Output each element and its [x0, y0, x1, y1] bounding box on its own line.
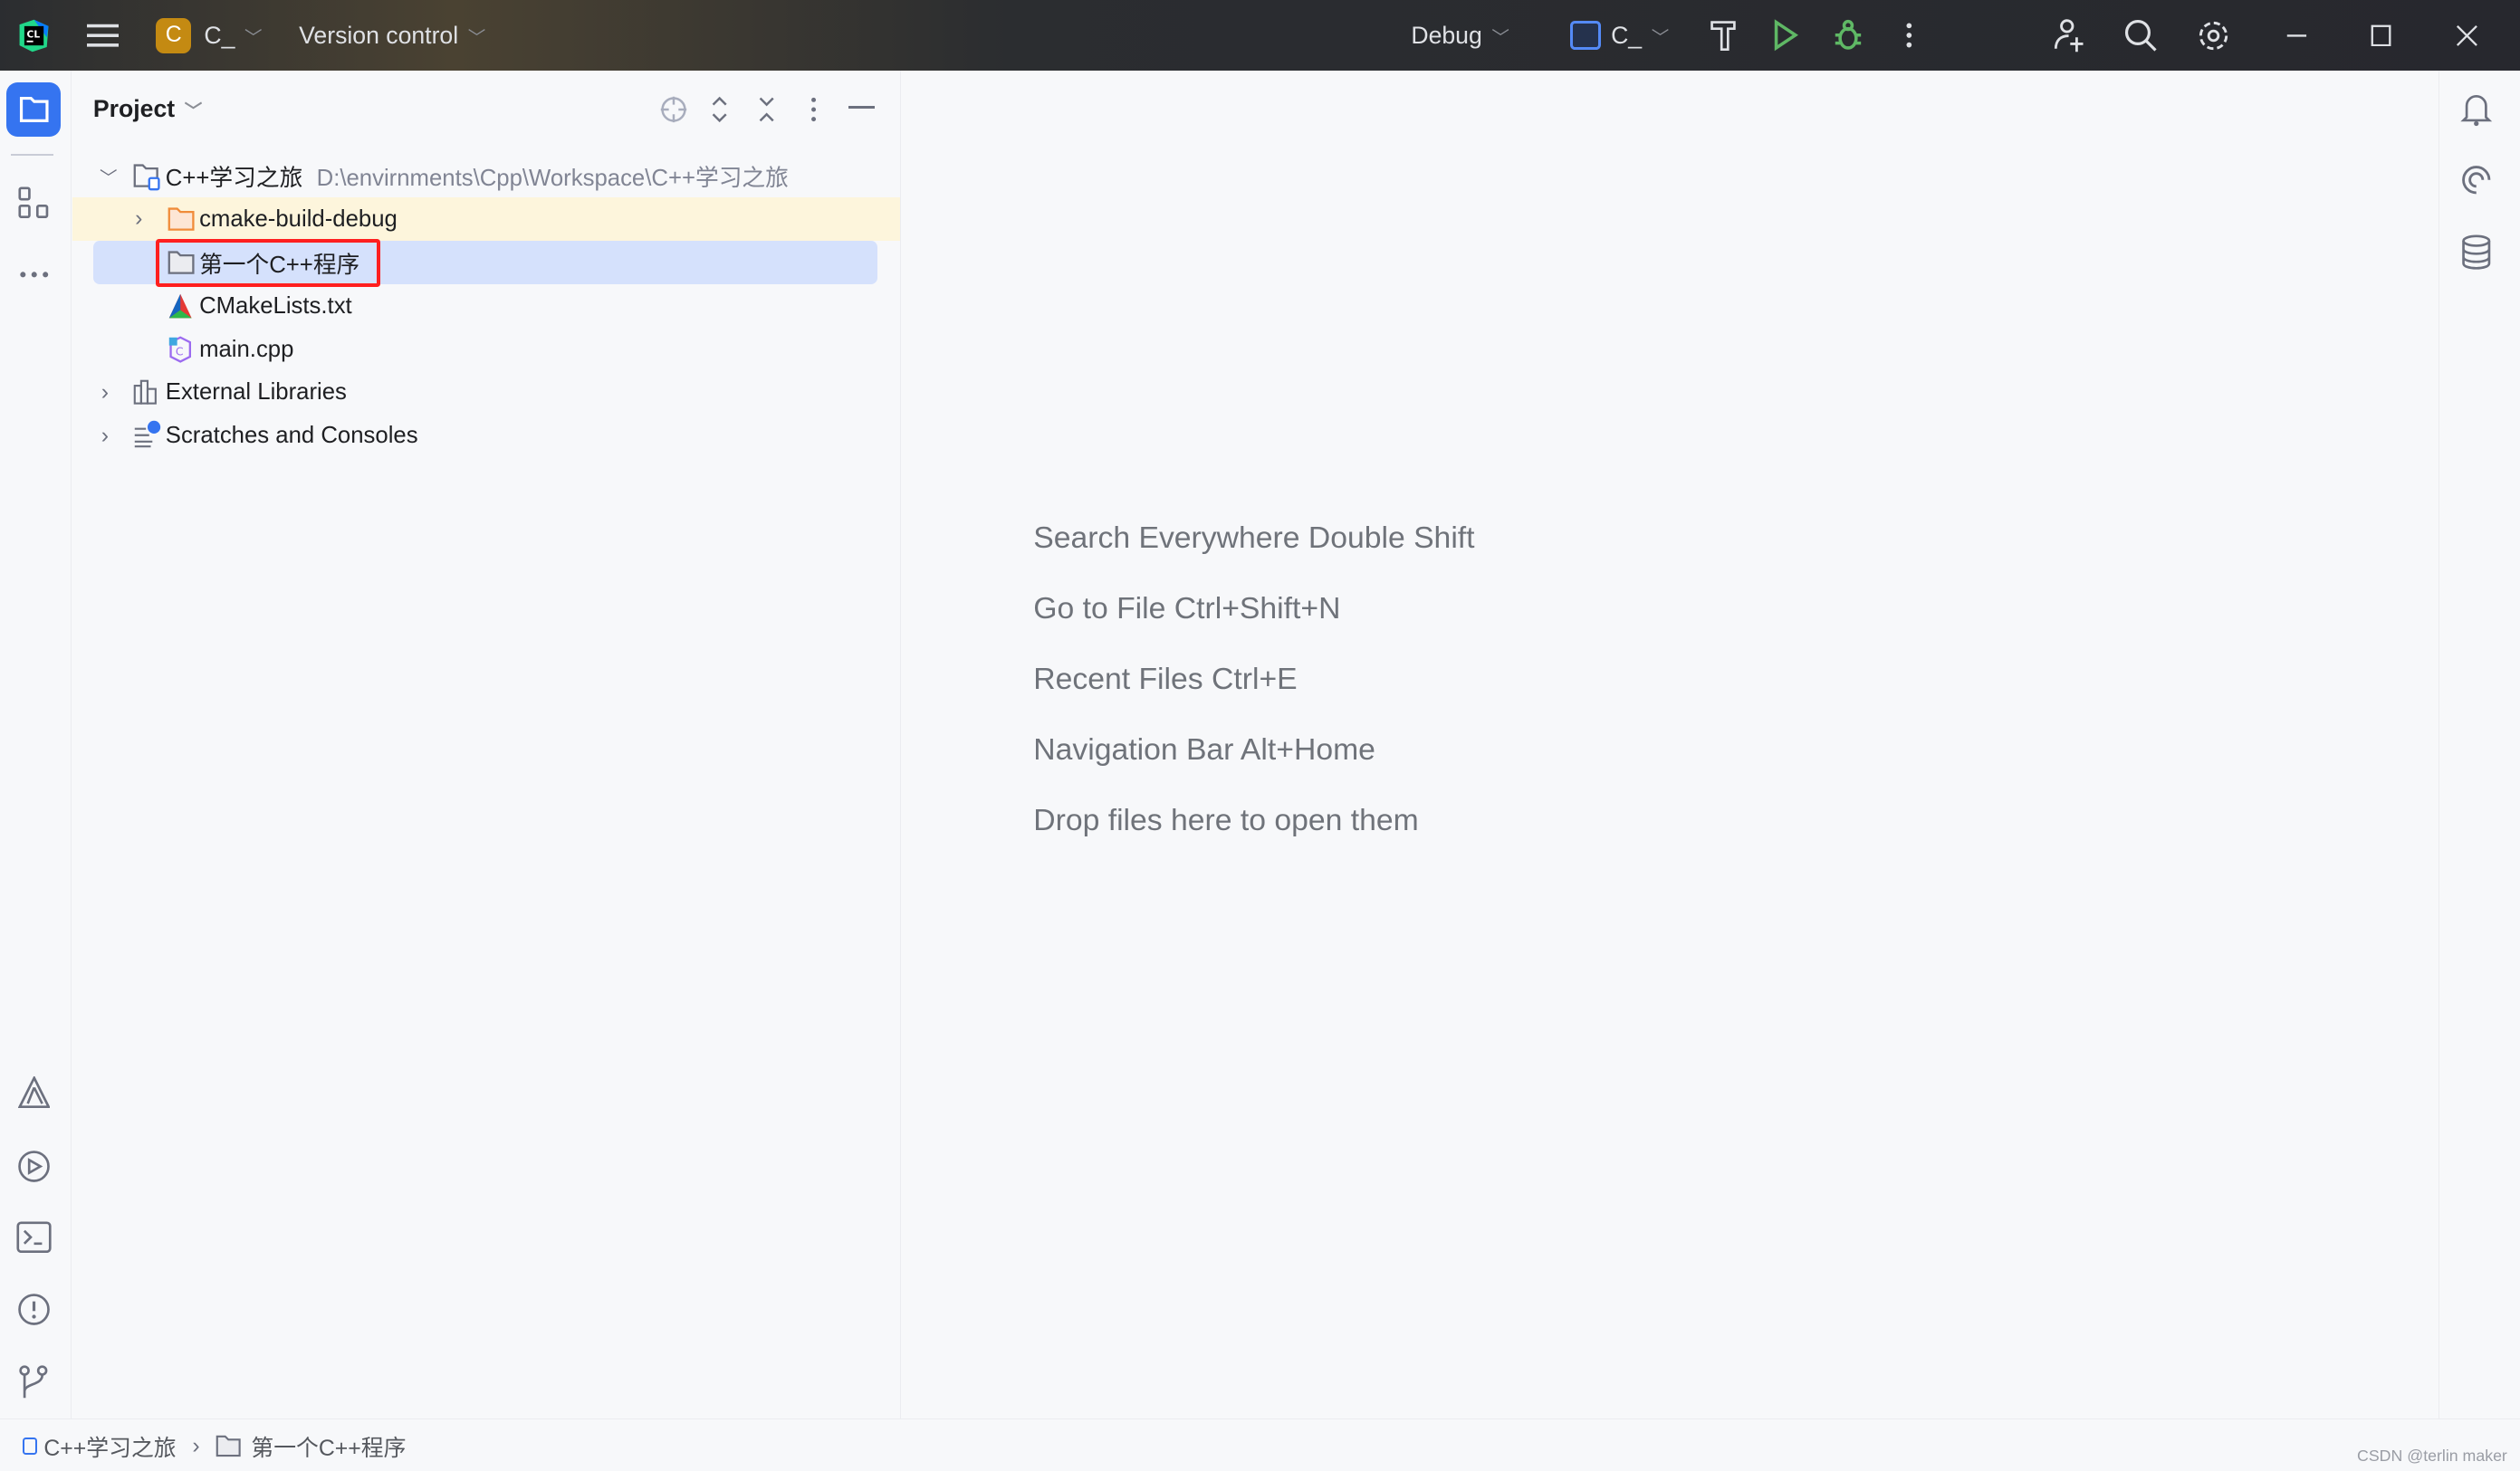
- left-tool-strip: [0, 71, 72, 1419]
- vcs-menu[interactable]: Version control ﹀: [299, 0, 485, 71]
- tree-item-cmakelists[interactable]: CMakeLists.txt: [72, 284, 900, 328]
- chevron-down-icon: ﹀: [1651, 27, 1670, 48]
- folder-icon: [216, 1435, 242, 1457]
- hint-search-everywhere: Search Everywhere Double Shift: [1033, 521, 1475, 556]
- watermark: CSDN @terlin maker: [2357, 1447, 2507, 1466]
- hint-recent-files: Recent Files Ctrl+E: [1033, 662, 1298, 697]
- divider: [11, 154, 53, 157]
- structure-icon[interactable]: [17, 186, 50, 218]
- svg-text:CL: CL: [26, 28, 40, 40]
- ai-assistant-icon[interactable]: [2460, 164, 2492, 196]
- scratches-icon: [133, 419, 162, 448]
- right-tool-strip: [2439, 71, 2520, 1419]
- tree-item-root[interactable]: ﹀ C++学习之旅 D:\envirnments\Cpp\Workspace\C…: [72, 154, 900, 197]
- folder-icon: [168, 249, 196, 276]
- chevron-right-icon[interactable]: ›: [101, 380, 109, 406]
- project-selector[interactable]: C C_ ﹀: [156, 0, 263, 71]
- chevron-right-icon[interactable]: ›: [101, 424, 109, 449]
- title-bar: CL C C_ ﹀ Version control ﹀ Debug ﹀ C_ ﹀: [0, 0, 2520, 72]
- run-icon[interactable]: [1773, 0, 1798, 71]
- more-actions-icon[interactable]: [1904, 0, 1914, 71]
- project-panel-header: Project ﹀: [72, 71, 900, 148]
- options-icon[interactable]: [810, 95, 817, 124]
- tree-item-label: 第一个C++程序: [199, 252, 360, 278]
- maximize-button[interactable]: [2371, 0, 2393, 71]
- tree-item-cmake-build-debug[interactable]: › cmake-build-debug: [72, 197, 900, 242]
- tree-item-label: External Libraries: [165, 379, 347, 406]
- chevron-down-icon: ﹀: [244, 27, 263, 48]
- module-icon: [22, 1438, 38, 1455]
- tree-item-scratches[interactable]: › Scratches and Consoles: [72, 415, 900, 458]
- problems-icon[interactable]: [16, 1292, 52, 1327]
- svg-text:C: C: [175, 344, 183, 358]
- module-folder-icon: [133, 162, 162, 191]
- project-tool-button[interactable]: [6, 81, 62, 137]
- clion-logo-icon[interactable]: CL: [16, 0, 52, 71]
- panel-title[interactable]: Project: [93, 95, 175, 123]
- add-user-icon[interactable]: [2051, 0, 2086, 71]
- cmake-icon: [168, 292, 193, 320]
- more-tools-icon[interactable]: [18, 270, 50, 280]
- minimize-button[interactable]: [2285, 0, 2308, 71]
- project-badge: C: [156, 17, 192, 53]
- hint-go-to-file: Go to File Ctrl+Shift+N: [1033, 591, 1341, 626]
- chevron-down-icon[interactable]: ﹀: [100, 163, 118, 189]
- app-window-icon: [1570, 20, 1602, 51]
- project-name: C_: [204, 21, 235, 49]
- chevron-down-icon[interactable]: ﹀: [185, 96, 203, 122]
- breadcrumb-item[interactable]: C++学习之旅: [43, 1430, 176, 1463]
- folder-icon: [168, 205, 196, 233]
- tree-item-external-libraries[interactable]: › External Libraries: [72, 371, 900, 415]
- terminal-icon[interactable]: [16, 1221, 52, 1253]
- cmake-tool-icon[interactable]: [17, 1076, 50, 1109]
- tree-item-label: main.cpp: [199, 336, 294, 362]
- config-selector[interactable]: Debug ﹀: [1411, 0, 1509, 71]
- collapse-all-icon[interactable]: [757, 95, 776, 124]
- chevron-down-icon: ﹀: [1491, 27, 1509, 48]
- tree-item-path: D:\envirnments\Cpp\Workspace\C++学习之旅: [316, 165, 789, 191]
- tree-item-label: CMakeLists.txt: [199, 292, 352, 319]
- tree-item-label: Scratches and Consoles: [165, 423, 418, 449]
- search-icon[interactable]: [2123, 0, 2159, 71]
- cpp-file-icon: C: [168, 336, 193, 363]
- git-branch-icon[interactable]: [18, 1364, 50, 1399]
- editor-empty-area[interactable]: Search Everywhere Double Shift Go to Fil…: [902, 71, 2439, 1418]
- notifications-bell-icon[interactable]: [2460, 91, 2493, 127]
- tree-item-label: cmake-build-debug: [199, 205, 398, 232]
- tree-item-first-program[interactable]: 第一个C++程序: [92, 239, 878, 287]
- vcs-label: Version control: [299, 21, 459, 49]
- hide-panel-icon[interactable]: [848, 106, 875, 109]
- build-hammer-icon[interactable]: [1709, 0, 1738, 71]
- run-target-selector[interactable]: C_ ﹀: [1570, 0, 1669, 71]
- database-icon[interactable]: [2460, 234, 2492, 270]
- debug-bug-icon[interactable]: [1834, 0, 1863, 71]
- expand-all-icon[interactable]: [710, 95, 729, 124]
- settings-gear-icon[interactable]: [2196, 0, 2231, 71]
- close-button[interactable]: [2456, 0, 2478, 71]
- config-label: Debug: [1411, 21, 1482, 49]
- tree-item-main-cpp[interactable]: C main.cpp: [72, 328, 900, 371]
- locate-file-icon[interactable]: [659, 95, 688, 124]
- hint-navigation-bar: Navigation Bar Alt+Home: [1033, 732, 1375, 768]
- breadcrumb-separator-icon: ›: [192, 1433, 200, 1458]
- hint-drop-files: Drop files here to open them: [1033, 803, 1419, 838]
- main-menu-button[interactable]: [86, 0, 120, 71]
- tree-item-label: C++学习之旅: [165, 165, 303, 191]
- library-icon: [133, 379, 158, 405]
- run-target-label: C_: [1611, 21, 1643, 49]
- status-bar: C++学习之旅 › 第一个C++程序 CSDN @terlin maker: [0, 1418, 2520, 1471]
- breadcrumb-item[interactable]: 第一个C++程序: [251, 1430, 406, 1463]
- services-icon[interactable]: [16, 1149, 52, 1184]
- project-panel: Project ﹀ ﹀ C++学习之旅 D:\envirnments\Cpp\Wo…: [72, 71, 901, 1419]
- chevron-down-icon: ﹀: [467, 27, 486, 48]
- chevron-right-icon[interactable]: ›: [135, 206, 142, 232]
